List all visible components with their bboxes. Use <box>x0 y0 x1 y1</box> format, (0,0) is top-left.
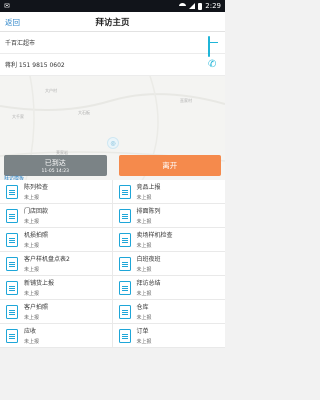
report-item[interactable]: 客户样机盘点表2 未上报 <box>0 252 113 276</box>
report-icon <box>118 280 131 295</box>
card-icon[interactable] <box>208 35 220 57</box>
report-status: 未上报 <box>136 291 152 297</box>
report-item[interactable]: 客户拍照 未上报 <box>0 300 113 324</box>
report-icon <box>118 304 131 319</box>
report-item[interactable]: 机损拍照 未上报 <box>0 228 113 252</box>
report-status: 未上报 <box>24 243 40 249</box>
report-status: 未上报 <box>24 291 40 297</box>
report-grid: 陈列检查 未上报 竞品上报 未上报 门店回款 未上报 排面陈列 未上报 机损拍照 未上报 卖场样机检… <box>0 180 225 348</box>
page-title: 拜访主页 <box>95 17 130 28</box>
report-status: 未上报 <box>136 339 152 345</box>
report-item[interactable]: 排面陈列 未上报 <box>112 204 225 228</box>
location-pin-icon: ◎ <box>107 137 119 149</box>
status-bar: ✉ 2:29 <box>0 0 225 12</box>
report-icon <box>118 328 131 343</box>
report-title: 陈列检查 <box>24 184 49 191</box>
report-title: 卖场样机检查 <box>136 232 173 239</box>
report-status: 未上报 <box>24 195 40 201</box>
notification-icon: ✉ <box>4 2 10 10</box>
phone-icon[interactable]: ✆ <box>208 59 220 71</box>
report-icon <box>6 208 18 223</box>
contact-info: 蒋利 151 9815 0602 <box>5 62 65 69</box>
contact-row[interactable]: 蒋利 151 9815 0602 ✆ <box>0 54 225 76</box>
arrived-time: 11-05 14:23 <box>41 168 69 174</box>
report-item[interactable]: 白班夜班 未上报 <box>112 252 225 276</box>
report-item[interactable]: 卖场样机检查 未上报 <box>112 228 225 252</box>
map-place-label: 大户村 <box>45 88 57 93</box>
report-icon <box>118 256 131 271</box>
report-title: 仓库 <box>136 304 149 311</box>
report-item[interactable]: 仓库 未上报 <box>112 300 225 324</box>
back-button[interactable]: 返回 <box>5 17 20 28</box>
report-status: 未上报 <box>136 219 152 225</box>
report-status: 未上报 <box>24 339 40 345</box>
report-icon <box>6 256 18 271</box>
report-icon <box>6 280 18 295</box>
report-title: 订单 <box>136 328 149 335</box>
map-place-label: 大石板 <box>78 110 90 115</box>
report-status: 未上报 <box>136 267 152 273</box>
report-title: 机损拍照 <box>24 232 49 239</box>
battery-icon <box>198 2 203 10</box>
report-title: 应收 <box>24 328 37 335</box>
status-icons: 2:29 <box>179 2 221 10</box>
signal-icon <box>189 3 196 9</box>
report-title: 门店回款 <box>24 208 49 215</box>
report-title: 排面陈列 <box>136 208 161 215</box>
arrived-label: 已到达 <box>44 158 66 167</box>
report-item[interactable]: 竞品上报 未上报 <box>112 180 225 204</box>
report-title: 白班夜班 <box>136 256 161 263</box>
report-item[interactable]: 陈列检查 未上报 <box>0 180 113 204</box>
report-item[interactable]: 新铺货上报 未上报 <box>0 276 113 300</box>
report-item[interactable]: 门店回款 未上报 <box>0 204 113 228</box>
report-icon <box>6 184 18 199</box>
report-icon <box>6 328 18 343</box>
leave-button[interactable]: 离开 <box>118 155 221 176</box>
report-icon <box>118 232 131 247</box>
report-status: 未上报 <box>136 243 152 249</box>
report-status: 未上报 <box>136 315 152 321</box>
report-status: 未上报 <box>24 267 40 273</box>
report-icon <box>118 184 131 199</box>
arrived-button[interactable]: 已到达 11-05 14:23 <box>4 155 107 176</box>
report-status: 未上报 <box>24 219 40 225</box>
report-status: 未上报 <box>136 195 152 201</box>
report-title: 竞品上报 <box>136 184 161 191</box>
report-item[interactable]: 订单 未上报 <box>112 324 225 348</box>
report-item[interactable]: 应收 未上报 <box>0 324 113 348</box>
store-name: 千百汇超市 <box>5 40 36 47</box>
report-item[interactable]: 拜访总结 未上报 <box>112 276 225 300</box>
map-place-label: 大千家 <box>12 114 24 119</box>
report-title: 客户拍照 <box>24 304 49 311</box>
report-title: 拜访总结 <box>136 280 161 287</box>
report-title: 新铺货上报 <box>24 280 55 287</box>
action-row: 已到达 11-05 14:23 离开 <box>4 155 221 176</box>
report-icon <box>118 208 131 223</box>
report-title: 客户样机盘点表2 <box>24 256 70 263</box>
clock: 2:29 <box>205 2 221 10</box>
map-place-label: 巫家村 <box>180 98 192 103</box>
store-row[interactable]: 千百汇超市 <box>0 32 225 57</box>
wifi-icon <box>179 3 187 9</box>
report-icon <box>6 232 18 247</box>
report-status: 未上报 <box>24 315 40 321</box>
nav-bar: 返回 拜访主页 <box>0 12 225 32</box>
report-icon <box>6 304 18 319</box>
